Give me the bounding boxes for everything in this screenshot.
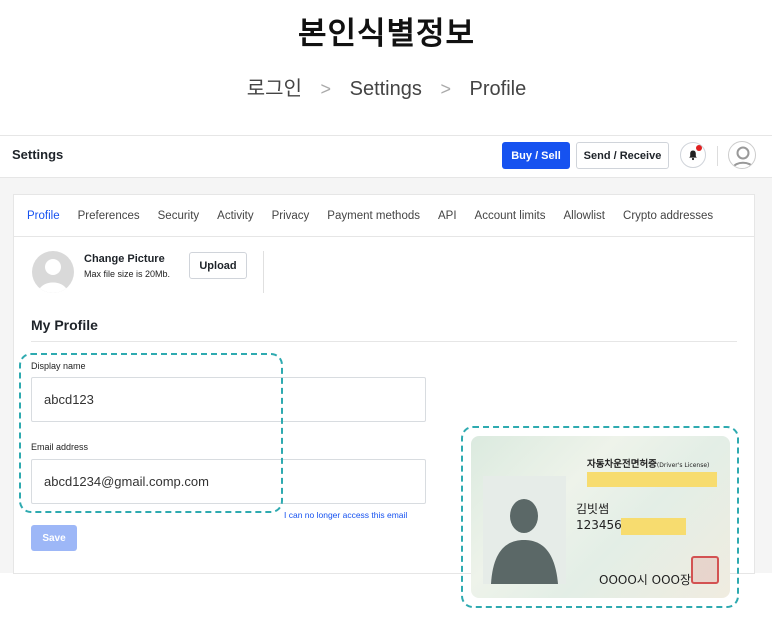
breadcrumb-item-profile[interactable]: Profile: [470, 78, 527, 100]
notification-button[interactable]: [680, 142, 706, 168]
user-silhouette-icon: [38, 259, 68, 293]
change-picture-title: Change Picture: [84, 253, 165, 265]
chevron-right-icon: >: [320, 79, 332, 99]
tab-allowlist[interactable]: Allowlist: [563, 210, 605, 222]
top-bar: Settings Buy / Sell Send / Receive: [0, 136, 772, 178]
chevron-right-icon: >: [440, 79, 451, 99]
upload-button[interactable]: Upload: [189, 252, 247, 279]
save-button[interactable]: Save: [31, 525, 77, 551]
user-avatar[interactable]: [728, 141, 756, 169]
send-receive-button[interactable]: Send / Receive: [576, 142, 669, 169]
tab-api[interactable]: API: [438, 210, 457, 222]
license-number: 123456-: [576, 518, 627, 532]
tab-preferences[interactable]: Preferences: [78, 210, 140, 222]
max-file-size-note: Max file size is 20Mb.: [84, 269, 171, 279]
divider: [717, 146, 718, 166]
notification-dot: [696, 145, 702, 151]
official-seal: [691, 556, 719, 584]
tab-profile[interactable]: Profile: [27, 210, 60, 222]
tab-account-limits[interactable]: Account limits: [475, 210, 546, 222]
redaction-mark: [621, 518, 686, 535]
divider: [31, 341, 737, 342]
redaction-mark: [587, 472, 717, 487]
settings-tabs: Profile Preferences Security Activity Pr…: [14, 195, 754, 237]
breadcrumb-item-settings[interactable]: Settings: [350, 78, 422, 100]
license-issuer: OOOO시 OOO장: [599, 573, 692, 587]
app-title: Settings: [12, 147, 64, 162]
tab-privacy[interactable]: Privacy: [272, 210, 310, 222]
highlight-frame: [19, 353, 283, 513]
divider: [263, 251, 264, 293]
user-icon: [732, 146, 754, 168]
tab-crypto-addresses[interactable]: Crypto addresses: [623, 210, 713, 222]
license-name: 김빗썸: [576, 502, 610, 516]
buy-sell-button[interactable]: Buy / Sell: [502, 142, 570, 169]
license-header: 자동차운전면허증(Driver's License): [587, 459, 710, 470]
breadcrumb-item-login[interactable]: 로그인: [247, 78, 302, 100]
tab-activity[interactable]: Activity: [217, 210, 253, 222]
section-title: My Profile: [31, 317, 98, 333]
page-heading: 본인식별정보: [297, 16, 476, 52]
person-silhouette-icon: [491, 499, 558, 584]
tab-payment-methods[interactable]: Payment methods: [327, 210, 420, 222]
breadcrumb: 로그인 > Settings > Profile: [0, 72, 773, 101]
tab-security[interactable]: Security: [158, 210, 200, 222]
id-photo: [483, 476, 566, 584]
id-card-image: 자동차운전면허증(Driver's License) 김빗썸 123456- O…: [471, 436, 730, 598]
cannot-access-email-link[interactable]: I can no longer access this email: [284, 510, 407, 520]
profile-picture: [32, 251, 74, 293]
